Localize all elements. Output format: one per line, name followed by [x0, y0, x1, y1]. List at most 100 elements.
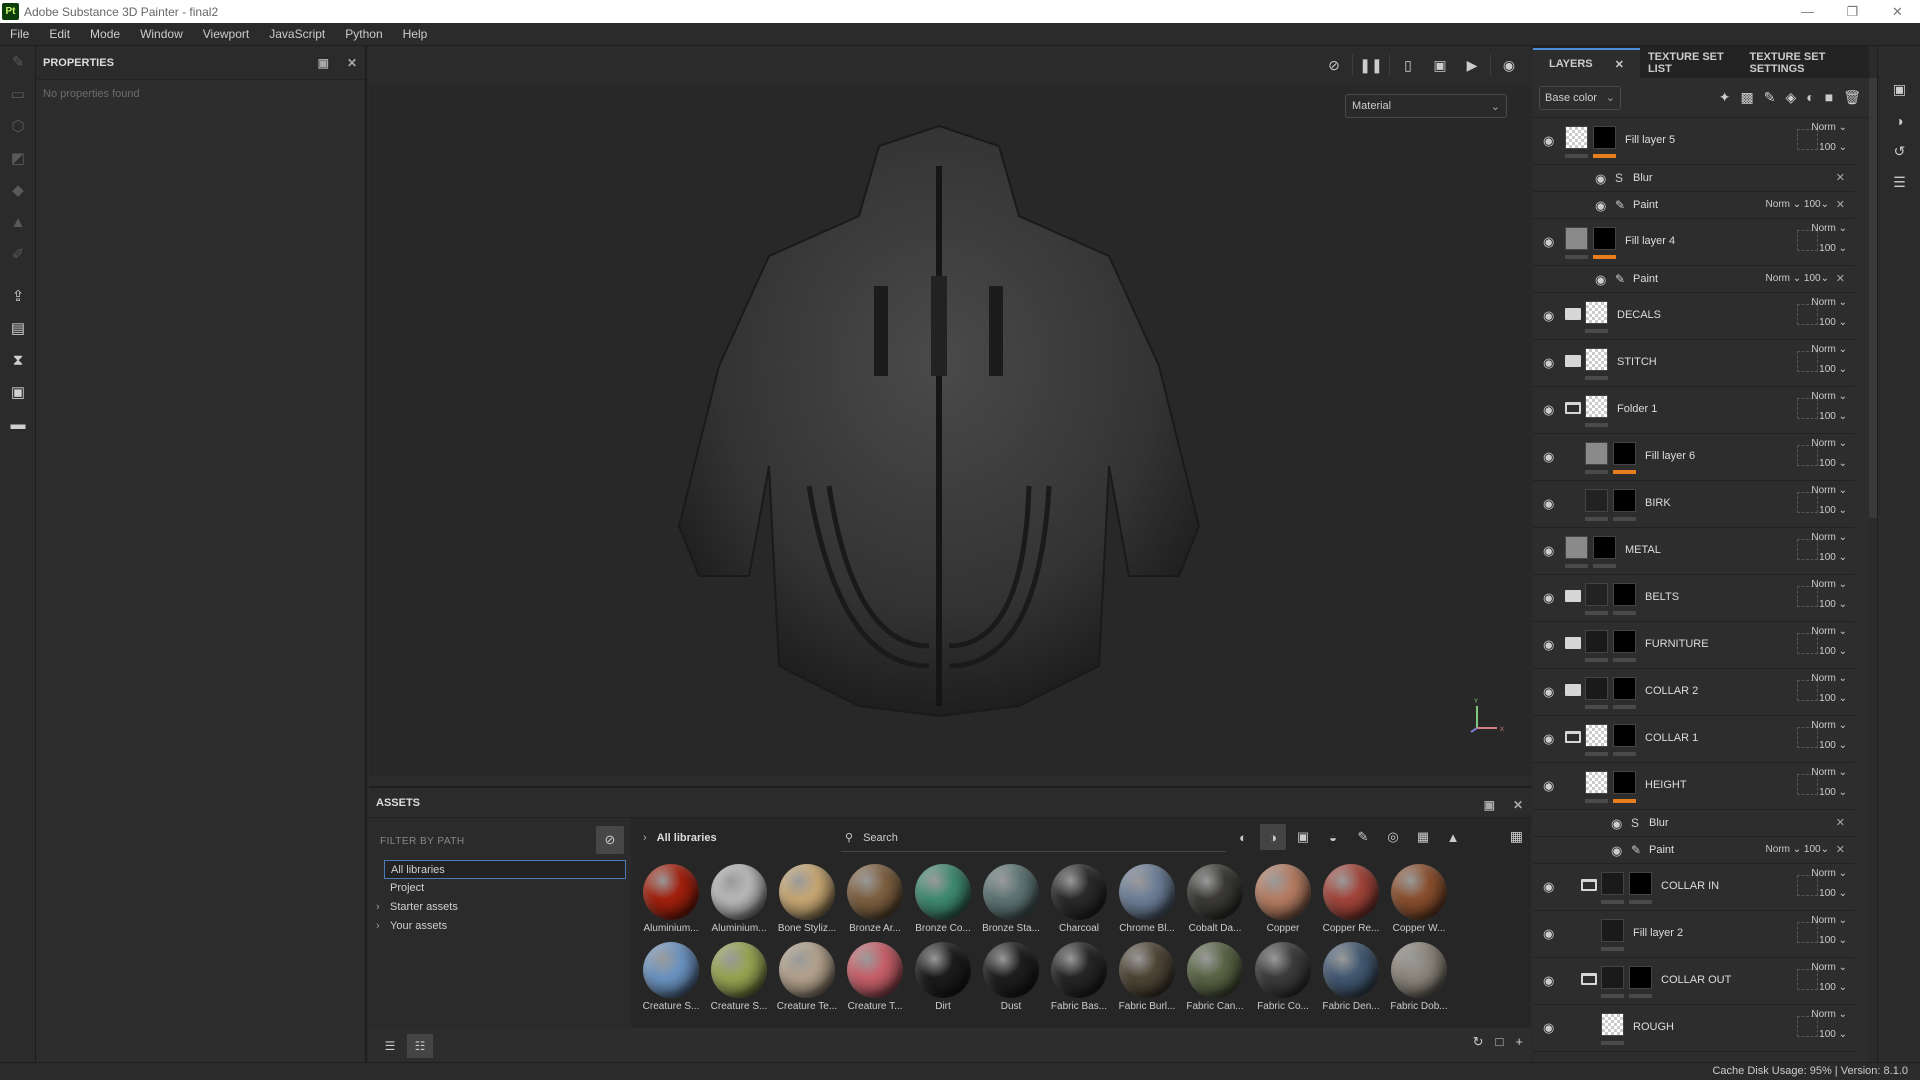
- folder-open-icon[interactable]: [1565, 731, 1581, 743]
- menu-edit[interactable]: Edit: [39, 27, 80, 41]
- visibility-eye-icon[interactable]: ◉: [1543, 496, 1554, 512]
- layer-row[interactable]: ◉ Folder 1 Norm ⌄ 100 ⌄: [1533, 387, 1855, 434]
- visibility-eye-icon[interactable]: ◉: [1543, 973, 1554, 989]
- restore-icon[interactable]: ❐: [1830, 0, 1875, 23]
- paint-brush-icon[interactable]: ✎: [0, 46, 36, 78]
- visibility-eye-icon[interactable]: ◉: [1543, 879, 1554, 895]
- opacity-select[interactable]: 100 ⌄: [1819, 243, 1847, 254]
- layer-row[interactable]: ◉ ROUGH Norm ⌄ 100 ⌄: [1533, 1005, 1855, 1052]
- visibility-eye-icon[interactable]: ◉: [1611, 816, 1622, 832]
- breadcrumb[interactable]: › All libraries: [643, 832, 717, 844]
- menu-javascript[interactable]: JavaScript: [259, 27, 335, 41]
- blend-mode-select[interactable]: Norm ⌄: [1811, 223, 1847, 234]
- opacity-select[interactable]: 100 ⌄: [1819, 364, 1847, 375]
- menu-file[interactable]: File: [0, 27, 39, 41]
- opacity-select[interactable]: 100 ⌄: [1819, 458, 1847, 469]
- layer-row[interactable]: ◉ COLLAR IN Norm ⌄ 100 ⌄: [1533, 864, 1855, 911]
- brushes-icon[interactable]: ✎: [1350, 824, 1376, 850]
- remove-effect-icon[interactable]: ✕: [1836, 171, 1845, 184]
- clone-stamp-icon[interactable]: ▲: [0, 206, 36, 238]
- add-effect-icon[interactable]: ✦: [1719, 89, 1731, 106]
- minimize-icon[interactable]: —: [1785, 0, 1830, 23]
- remove-effect-icon[interactable]: ✕: [1836, 843, 1845, 856]
- layer-row[interactable]: ◉ COLLAR 2 Norm ⌄ 100 ⌄: [1533, 669, 1855, 716]
- mask-thumbnail[interactable]: [1613, 630, 1636, 653]
- float-panel-icon[interactable]: ▣: [1484, 798, 1495, 812]
- layer-row[interactable]: ◉ Fill layer 5 Norm ⌄ 100 ⌄: [1533, 118, 1855, 165]
- close-panel-icon[interactable]: ✕: [347, 56, 357, 70]
- close-tab-icon[interactable]: ✕: [1607, 49, 1632, 79]
- 3d-viewport[interactable]: ⊘ ❚❚ ▯ ▣ ▶ ◉ Material ⌄ Y X: [369, 46, 1531, 776]
- layer-effect-row[interactable]: ◉ S Blur ✕: [1533, 165, 1855, 192]
- blend-mode-select[interactable]: Norm ⌄: [1811, 391, 1847, 402]
- pause-icon[interactable]: ❚❚: [1357, 51, 1385, 79]
- tab-texture-set-settings[interactable]: TEXTURE SET SETTINGS: [1742, 48, 1870, 78]
- material-item[interactable]: Fabric Den...: [1317, 938, 1385, 1016]
- opacity-select[interactable]: 100 ⌄: [1819, 411, 1847, 422]
- materials-icon[interactable]: ◐: [1230, 824, 1256, 850]
- mask-thumbnail[interactable]: [1613, 677, 1636, 700]
- visibility-eye-icon[interactable]: ◉: [1543, 684, 1554, 700]
- tree-item-your-assets[interactable]: › Your assets: [376, 917, 626, 936]
- visibility-eye-icon[interactable]: ◉: [1543, 731, 1554, 747]
- material-item[interactable]: Bronze Co...: [909, 860, 977, 938]
- tab-layers[interactable]: LAYERS ✕: [1533, 48, 1640, 78]
- effect-blend[interactable]: Norm ⌄ 100⌄: [1766, 273, 1829, 284]
- smart-masks-icon[interactable]: ◒: [1320, 824, 1346, 850]
- visibility-eye-icon[interactable]: ◉: [1595, 198, 1606, 214]
- hide-icon[interactable]: ⊘: [1320, 51, 1348, 79]
- blend-mode-select[interactable]: Norm ⌄: [1811, 579, 1847, 590]
- material-item[interactable]: Fabric Co...: [1249, 938, 1317, 1016]
- material-item[interactable]: Charcoal: [1045, 860, 1113, 938]
- environments-icon[interactable]: ▲: [1440, 824, 1466, 850]
- camera-icon[interactable]: ▶: [1458, 51, 1486, 79]
- opacity-select[interactable]: 100 ⌄: [1819, 740, 1847, 751]
- blend-mode-select[interactable]: Norm ⌄: [1811, 720, 1847, 731]
- smart-materials-icon[interactable]: ◑: [1260, 824, 1286, 850]
- blend-mode-select[interactable]: Norm ⌄: [1811, 1009, 1847, 1020]
- material-item[interactable]: Creature T...: [841, 938, 909, 1016]
- procedurals-icon[interactable]: ▦: [1410, 824, 1436, 850]
- material-item[interactable]: Creature S...: [637, 938, 705, 1016]
- effect-blend[interactable]: Norm ⌄ 100⌄: [1766, 199, 1829, 210]
- blend-mode-select[interactable]: Norm ⌄: [1811, 532, 1847, 543]
- material-item[interactable]: Creature Te...: [773, 938, 841, 1016]
- visibility-eye-icon[interactable]: ◉: [1543, 234, 1554, 250]
- visibility-eye-icon[interactable]: ◉: [1543, 402, 1554, 418]
- opacity-select[interactable]: 100 ⌄: [1819, 888, 1847, 899]
- layer-row[interactable]: ◉ FURNITURE Norm ⌄ 100 ⌄: [1533, 622, 1855, 669]
- visibility-eye-icon[interactable]: ◉: [1543, 133, 1554, 149]
- close-icon[interactable]: ✕: [1875, 0, 1920, 23]
- layers-scrollbar[interactable]: [1869, 78, 1877, 518]
- visibility-eye-icon[interactable]: ◉: [1595, 272, 1606, 288]
- opacity-select[interactable]: 100 ⌄: [1819, 646, 1847, 657]
- detail-view-icon[interactable]: ☷: [407, 1034, 433, 1058]
- menu-mode[interactable]: Mode: [80, 27, 130, 41]
- layer-row[interactable]: ◉ COLLAR OUT Norm ⌄ 100 ⌄: [1533, 958, 1855, 1005]
- folder-icon[interactable]: [1565, 308, 1581, 320]
- blend-mode-select[interactable]: Norm ⌄: [1811, 673, 1847, 684]
- mask-thumbnail[interactable]: [1593, 536, 1616, 559]
- effect-blend[interactable]: Norm ⌄ 100⌄: [1766, 844, 1829, 855]
- polygon-fill-icon[interactable]: ◩: [0, 142, 36, 174]
- visibility-eye-icon[interactable]: ◉: [1543, 308, 1554, 324]
- menu-window[interactable]: Window: [130, 27, 193, 41]
- material-item[interactable]: Creature S...: [705, 938, 773, 1016]
- layer-effect-row[interactable]: ◉ ✎ Paint Norm ⌄ 100⌄ ✕: [1533, 266, 1855, 293]
- menu-viewport[interactable]: Viewport: [193, 27, 259, 41]
- material-item[interactable]: Cobalt Da...: [1181, 860, 1249, 938]
- material-item[interactable]: Bronze Sta...: [977, 860, 1045, 938]
- remove-effect-icon[interactable]: ✕: [1836, 272, 1845, 285]
- mask-thumbnail[interactable]: [1613, 771, 1636, 794]
- list-view-icon[interactable]: ☰: [377, 1034, 403, 1058]
- mask-thumbnail[interactable]: [1593, 227, 1616, 250]
- layer-row[interactable]: ◉ STITCH Norm ⌄ 100 ⌄: [1533, 340, 1855, 387]
- material-item[interactable]: Aluminium...: [637, 860, 705, 938]
- material-item[interactable]: Fabric Can...: [1181, 938, 1249, 1016]
- mask-thumbnail[interactable]: [1629, 966, 1652, 989]
- mask-thumbnail[interactable]: [1629, 872, 1652, 895]
- add-paint-layer-icon[interactable]: ✎: [1764, 89, 1776, 106]
- layer-effect-row[interactable]: ◉ ✎ Paint Norm ⌄ 100⌄ ✕: [1533, 837, 1855, 864]
- opacity-select[interactable]: 100 ⌄: [1819, 935, 1847, 946]
- material-item[interactable]: Copper W...: [1385, 860, 1453, 938]
